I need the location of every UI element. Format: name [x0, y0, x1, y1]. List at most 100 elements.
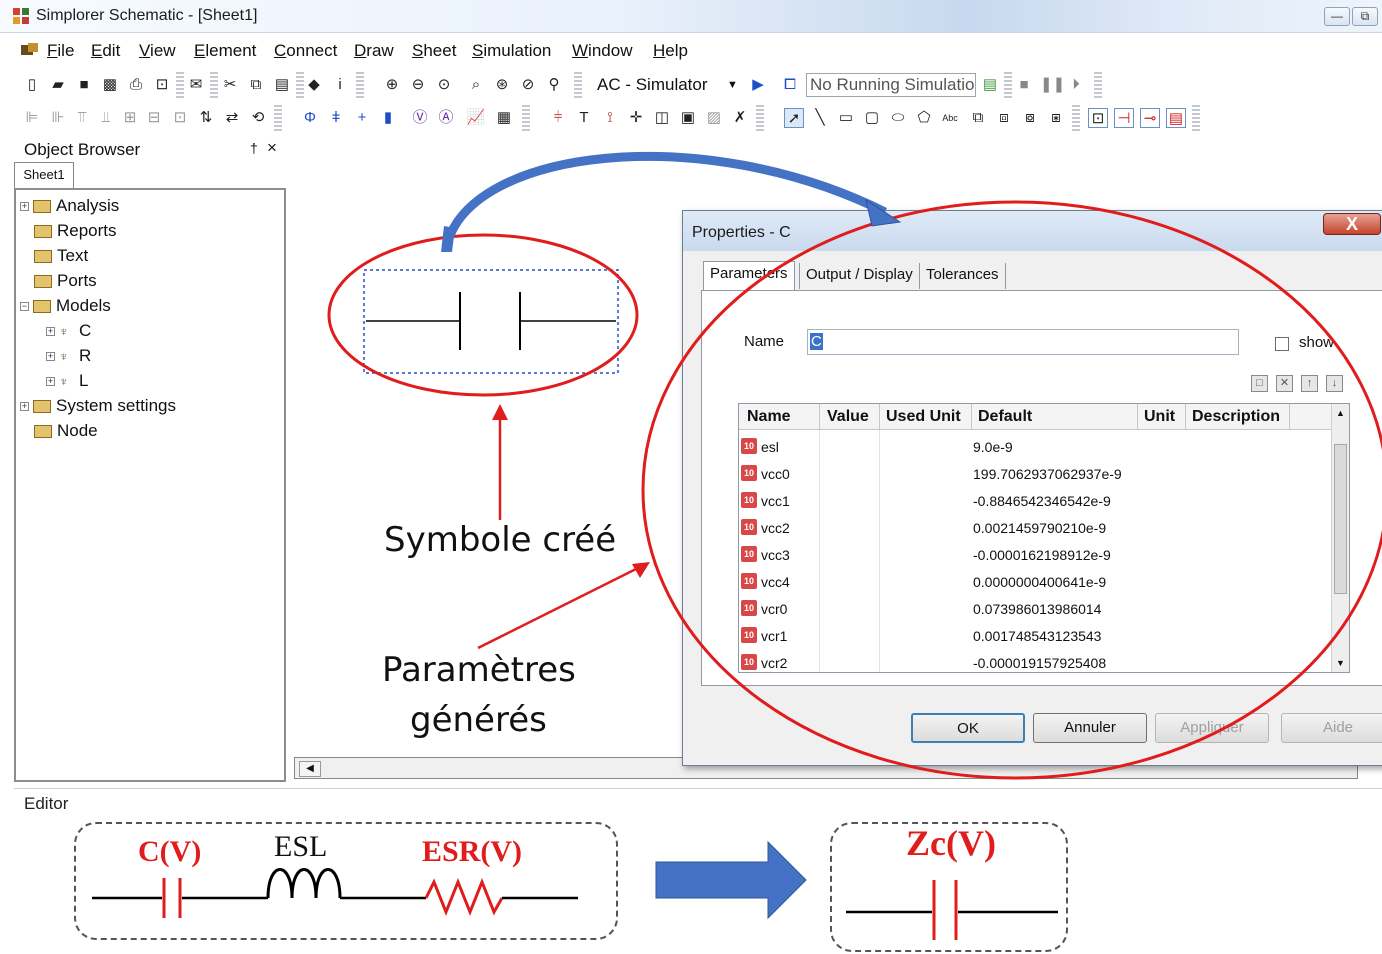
run-simulation-icon[interactable]: ▶	[748, 75, 768, 95]
zoom-in-icon[interactable]: ⊕	[382, 75, 402, 95]
align-bottom-icon[interactable]: ⫫	[96, 108, 116, 128]
menu-simulation[interactable]: Simulation	[472, 41, 551, 61]
text-tool-icon[interactable]: T	[574, 108, 594, 128]
simulator-select[interactable]: AC - Simulator ▼	[597, 73, 747, 97]
tree-item-node[interactable]: Node	[34, 421, 98, 445]
expand-icon[interactable]: +	[46, 377, 55, 387]
chevron-down-icon[interactable]: ▼	[727, 73, 738, 97]
cancel-button[interactable]: Annuler	[1033, 713, 1147, 743]
menu-window[interactable]: Window	[572, 41, 632, 61]
table-row[interactable]: 10 vcc2 0.0021459790210e-9	[739, 515, 1333, 542]
dialog-close-button[interactable]: X	[1323, 213, 1381, 235]
table-row[interactable]: 10 vcr2 -0.000019157925408	[739, 650, 1333, 672]
align-right-icon[interactable]: ⊪	[48, 108, 68, 128]
tree-item-reports[interactable]: Reports	[34, 221, 117, 245]
tree-item-model-r[interactable]: + ♆ R	[46, 346, 91, 370]
tab-sheet1[interactable]: Sheet1	[14, 162, 74, 188]
zoom-area-icon[interactable]: ⌕	[466, 75, 486, 95]
align-left-icon[interactable]: ⊫	[22, 108, 42, 128]
component-icon[interactable]: ◆	[304, 75, 324, 95]
same-size-icon[interactable]: ⊡	[170, 108, 190, 128]
current-probe-icon[interactable]: ǂ	[326, 108, 346, 128]
open-file-icon[interactable]: ▰	[48, 75, 68, 95]
tab-parameters[interactable]: Parameters	[703, 261, 795, 291]
tree-item-models[interactable]: − Models	[20, 296, 111, 320]
plot-icon[interactable]: 📈	[466, 108, 486, 128]
info-icon[interactable]: i	[330, 75, 350, 95]
column-used-unit[interactable]: Used Unit	[886, 408, 961, 426]
restore-button[interactable]: ⧉	[1352, 7, 1378, 26]
align-top-icon[interactable]: ⫪	[72, 108, 92, 128]
column-name[interactable]: Name	[747, 408, 791, 426]
table-icon[interactable]: ▦	[494, 108, 514, 128]
minimize-button[interactable]: —	[1324, 7, 1350, 26]
print-icon[interactable]: ⎙	[126, 75, 146, 95]
ellipse-tool-icon[interactable]: ⬭	[888, 108, 908, 128]
expand-icon[interactable]: +	[46, 327, 55, 337]
expand-icon[interactable]: +	[20, 202, 29, 212]
close-icon[interactable]: ×	[267, 138, 277, 158]
move-up-icon[interactable]: ↑	[1301, 375, 1318, 392]
paste-icon[interactable]: ▤	[272, 75, 292, 95]
table-row[interactable]: 10 vcr0 0.073986013986014	[739, 596, 1333, 623]
flip-icon[interactable]: ⇄	[222, 108, 242, 128]
table-row[interactable]: 10 vcc0 199.7062937062937e-9	[739, 461, 1333, 488]
symbol-edit-icon[interactable]: ⊡	[1088, 108, 1108, 128]
table-row[interactable]: 10 esl 9.0e-9	[739, 434, 1333, 461]
tree-item-analysis[interactable]: + Analysis	[20, 196, 119, 220]
cut-icon[interactable]: ✂	[220, 75, 240, 95]
terminal-icon[interactable]: ▮	[378, 108, 398, 128]
print-preview-icon[interactable]: ⊡	[152, 75, 172, 95]
ungroup-icon[interactable]: ⧈	[994, 108, 1014, 128]
expand-icon[interactable]: +	[46, 352, 55, 362]
ground-icon[interactable]: +	[352, 108, 372, 128]
simulation-window-icon[interactable]: ⧠	[780, 75, 800, 95]
properties-icon[interactable]: ▤	[1166, 108, 1186, 128]
move-down-icon[interactable]: ↓	[1326, 375, 1343, 392]
expand-icon[interactable]: +	[20, 402, 29, 412]
rotate-icon[interactable]: ⇅	[196, 108, 216, 128]
line-tool-icon[interactable]: ╲	[810, 108, 830, 128]
copy-icon[interactable]: ⧉	[246, 75, 266, 95]
save-icon[interactable]: ■	[74, 75, 94, 95]
scroll-down-icon[interactable]: ▼	[1336, 658, 1345, 668]
connector-icon[interactable]: ✛	[626, 108, 646, 128]
mirror-icon[interactable]: ⟲	[248, 108, 268, 128]
menu-element[interactable]: Element	[194, 41, 256, 61]
name-input[interactable]: C	[807, 329, 1239, 355]
document-menu-icon[interactable]	[20, 42, 40, 58]
disabled-tool-icon[interactable]: ▨	[704, 108, 724, 128]
column-value[interactable]: Value	[827, 408, 869, 426]
tree-item-system-settings[interactable]: + System settings	[20, 396, 176, 420]
table-row[interactable]: 10 vcr1 0.001748543123543	[739, 623, 1333, 650]
voltmeter-icon[interactable]: Ⓥ	[410, 108, 430, 128]
mail-icon[interactable]: ✉	[186, 75, 206, 95]
pin-edit-icon[interactable]: ⊣	[1114, 108, 1134, 128]
column-description[interactable]: Description	[1192, 408, 1280, 426]
help-button[interactable]: Aide	[1281, 713, 1382, 743]
distribute-v-icon[interactable]: ⊟	[144, 108, 164, 128]
column-default[interactable]: Default	[978, 408, 1032, 426]
rounded-rect-tool-icon[interactable]: ▢	[862, 108, 882, 128]
zoom-out-icon[interactable]: ⊖	[408, 75, 428, 95]
text-label-tool-icon[interactable]: Abc	[940, 108, 960, 128]
front-icon[interactable]: ⧇	[1020, 108, 1040, 128]
table-row[interactable]: 10 vcc1 -0.8846542346542e-9	[739, 488, 1333, 515]
distribute-h-icon[interactable]: ⊞	[120, 108, 140, 128]
delete-parameter-icon[interactable]: ✕	[1276, 375, 1293, 392]
menu-help[interactable]: Help	[653, 41, 688, 61]
polygon-tool-icon[interactable]: ⬠	[914, 108, 934, 128]
tree-item-model-l[interactable]: + ♆ L	[46, 371, 88, 395]
step-icon[interactable]: ⏵	[1066, 75, 1086, 95]
display-icon[interactable]: ▣	[678, 108, 698, 128]
menu-sheet[interactable]: Sheet	[412, 41, 456, 61]
zoom-fit-icon[interactable]: ⊙	[434, 75, 454, 95]
ok-button[interactable]: OK	[911, 713, 1025, 743]
pin-icon[interactable]: †	[250, 140, 258, 156]
menu-connect[interactable]: Connect	[274, 41, 337, 61]
tab-tolerances[interactable]: Tolerances	[919, 263, 1006, 289]
window-icon[interactable]: ◫	[652, 108, 672, 128]
collapse-icon[interactable]: −	[20, 302, 29, 312]
menu-file[interactable]: File	[47, 41, 74, 61]
menu-edit[interactable]: Edit	[91, 41, 120, 61]
